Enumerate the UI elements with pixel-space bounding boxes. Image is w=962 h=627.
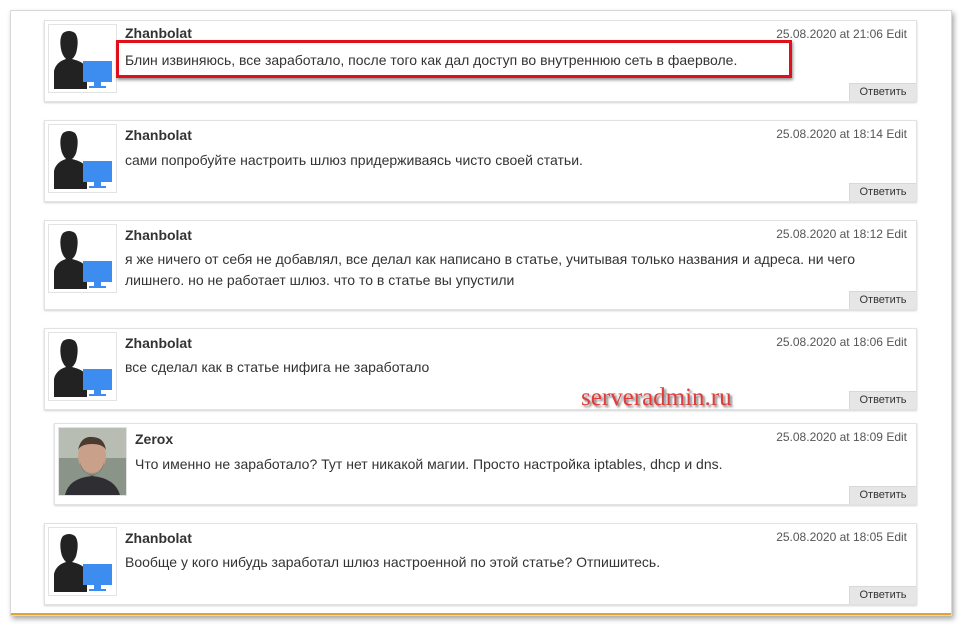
edit-link[interactable]: Edit <box>886 127 907 141</box>
reply-button[interactable]: Ответить <box>849 83 916 101</box>
comment-meta: 25.08.2020 at 18:05 Edit <box>776 530 907 544</box>
comment-text-line: я же ничего от себя не добавлял, все дел… <box>125 251 856 267</box>
default-avatar-icon <box>48 124 117 193</box>
comment-meta: 25.08.2020 at 18:06 Edit <box>776 335 907 349</box>
reply-button[interactable]: Ответить <box>849 391 916 409</box>
default-avatar-icon <box>48 527 117 596</box>
comment-date[interactable]: 25.08.2020 at 18:09 <box>776 430 883 444</box>
comment-date[interactable]: 25.08.2020 at 18:12 <box>776 227 883 241</box>
comment-author[interactable]: Zhanbolat <box>125 227 192 243</box>
comment: Zhanbolat 25.08.2020 at 18:14 Edit сами … <box>44 120 917 202</box>
comment: Zhanbolat 25.08.2020 at 18:06 Edit все с… <box>44 328 917 410</box>
comment-date[interactable]: 25.08.2020 at 18:06 <box>776 335 883 349</box>
watermark: serveradmin.ru <box>581 384 732 411</box>
default-avatar-icon <box>48 224 117 293</box>
bottom-accent-line <box>11 613 951 615</box>
edit-link[interactable]: Edit <box>886 430 907 444</box>
comment-meta: 25.08.2020 at 18:12 Edit <box>776 227 907 241</box>
comment-text: я же ничего от себя не добавлял, все дел… <box>125 249 855 291</box>
comment-text-line: лишнего. но не работает шлюз. что то в с… <box>125 272 515 288</box>
comment-meta: 25.08.2020 at 18:14 Edit <box>776 127 907 141</box>
comment: Zhanbolat 25.08.2020 at 18:05 Edit Вообщ… <box>44 523 917 605</box>
reply-button[interactable]: Ответить <box>849 183 916 201</box>
comment-text: Что именно не заработало? Тут нет никако… <box>135 456 723 472</box>
default-avatar-icon <box>48 332 117 401</box>
comment-author[interactable]: Zhanbolat <box>125 25 192 41</box>
highlight-box <box>116 40 792 78</box>
comment-author[interactable]: Zhanbolat <box>125 530 192 546</box>
comment-text: Вообще у кого нибудь заработал шлюз наст… <box>125 554 661 570</box>
comment-meta: 25.08.2020 at 21:06 Edit <box>776 27 907 41</box>
reply-button[interactable]: Ответить <box>849 586 916 604</box>
edit-link[interactable]: Edit <box>886 27 907 41</box>
reply-button[interactable]: Ответить <box>849 291 916 309</box>
comment-date[interactable]: 25.08.2020 at 18:05 <box>776 530 883 544</box>
comment: Zhanbolat 25.08.2020 at 18:12 Edit я же … <box>44 220 917 310</box>
edit-link[interactable]: Edit <box>886 227 907 241</box>
comment-text: сами попробуйте настроить шлюз придержив… <box>125 152 583 168</box>
comment-text: все сделал как в статье нифига не зарабо… <box>125 359 430 375</box>
comment-meta: 25.08.2020 at 18:09 Edit <box>776 430 907 444</box>
default-avatar-icon <box>48 24 117 93</box>
comment-author[interactable]: Zerox <box>135 431 173 447</box>
edit-link[interactable]: Edit <box>886 335 907 349</box>
comment-author[interactable]: Zhanbolat <box>125 335 192 351</box>
edit-link[interactable]: Edit <box>886 530 907 544</box>
comment-date[interactable]: 25.08.2020 at 21:06 <box>776 27 883 41</box>
comment-reply: Zerox 25.08.2020 at 18:09 Edit Что именн… <box>54 423 917 505</box>
comment-author[interactable]: Zhanbolat <box>125 127 192 143</box>
user-photo-avatar <box>58 427 127 496</box>
comment-date[interactable]: 25.08.2020 at 18:14 <box>776 127 883 141</box>
reply-button[interactable]: Ответить <box>849 486 916 504</box>
